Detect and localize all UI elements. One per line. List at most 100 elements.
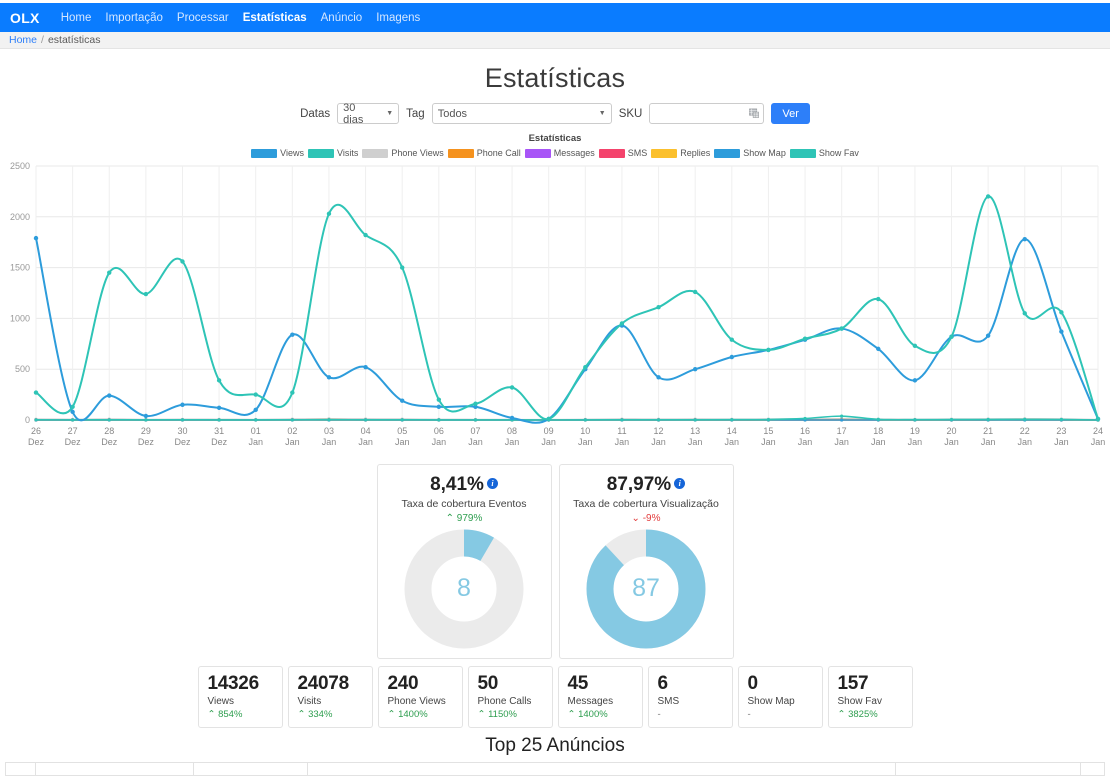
sku-field-wrapper — [649, 103, 765, 124]
x-axis-tick-month: Jan — [615, 437, 630, 447]
series-visits — [33, 194, 1101, 422]
gauge-visualizacao-delta-value: -9% — [642, 513, 661, 524]
x-axis-tick-month: Jan — [468, 437, 483, 447]
stat-card-show-map: 0 Show Map - — [737, 666, 823, 728]
x-axis-tick-day: 12 — [654, 426, 664, 436]
x-axis-tick-month: Jan — [871, 437, 886, 447]
x-axis-tick-day: 27 — [68, 426, 78, 436]
sku-input[interactable] — [649, 103, 765, 124]
x-axis-tick-month: Jan — [1018, 437, 1033, 447]
stat-delta: ⌃ 1400% — [387, 708, 428, 720]
nav-item-importacao[interactable]: Importação — [98, 12, 170, 24]
nav-item-anuncio[interactable]: Anúncio — [314, 12, 370, 24]
x-axis-tick-day: 28 — [104, 426, 114, 436]
stat-value: 157 — [837, 673, 869, 694]
legend-swatch — [251, 148, 278, 158]
stat-delta: ⌃ 3825% — [837, 708, 878, 720]
stat-label: Views — [207, 695, 235, 707]
nav-item-estatisticas[interactable]: Estatísticas — [236, 12, 314, 24]
legend-label: SMS — [627, 148, 648, 158]
table-cell — [895, 762, 1081, 776]
legend-item-views[interactable]: Views — [251, 148, 304, 158]
legend-item-messages[interactable]: Messages — [524, 148, 595, 158]
stat-delta: ⌃ 1400% — [567, 708, 608, 720]
x-axis-tick-month: Jan — [541, 437, 556, 447]
stat-label: Show Map — [747, 695, 795, 707]
gauge-visualizacao-value: 87 — [632, 574, 660, 602]
x-axis-tick-day: 04 — [361, 426, 371, 436]
arrow-up-icon: ⌃ — [445, 513, 455, 524]
stat-card-views: 14326 Views ⌃ 854% — [197, 666, 283, 728]
x-axis-tick-day: 24 — [1093, 426, 1103, 436]
x-axis-tick-day: 13 — [690, 426, 700, 436]
x-axis-tick-month: Jan — [688, 437, 703, 447]
legend-label: Phone Call — [476, 148, 521, 158]
legend-item-replies[interactable]: Replies — [651, 148, 710, 158]
spreadsheet-icon[interactable] — [749, 107, 760, 119]
gauge-visualizacao-header: 87,97% i — [566, 474, 727, 496]
y-axis-tick-label: 1500 — [10, 263, 30, 273]
stat-card-phone-views: 240 Phone Views ⌃ 1400% — [377, 666, 463, 728]
x-axis-tick-day: 11 — [617, 426, 626, 436]
x-axis-tick-month: Jan — [505, 437, 520, 447]
info-icon[interactable]: i — [674, 478, 686, 489]
legend-swatch — [598, 148, 625, 158]
series-views — [33, 235, 1101, 424]
legend-item-phone-call[interactable]: Phone Call — [447, 148, 521, 158]
breadcrumb-separator: / — [41, 34, 44, 46]
stat-cards: 14326 Views ⌃ 854% 24078 Visits ⌃ 334% 240 Phon… — [0, 666, 1110, 728]
x-axis-tick-month: Dez — [28, 437, 45, 447]
brand-logo[interactable]: OLX — [10, 10, 40, 26]
info-icon[interactable]: i — [486, 478, 498, 489]
statistics-line-chart[interactable]: 0 500 1000 1500 2000 2500 26 Dez 27 Dez 28 Dez 29 Dez… — [0, 158, 1110, 458]
stat-delta: ⌃ 854% — [207, 708, 243, 720]
stat-value: 24078 — [297, 673, 350, 694]
datas-label: Datas — [300, 107, 331, 120]
x-axis-tick-month: Jan — [725, 437, 740, 447]
gauge-eventos-label: Taxa de cobertura Eventos — [401, 498, 527, 510]
x-axis-tick-day: 30 — [177, 426, 187, 436]
legend-label: Views — [280, 148, 304, 158]
x-axis-tick-month: Jan — [248, 437, 263, 447]
legend-item-visits[interactable]: Visits — [307, 148, 358, 158]
gauge-visualizacao-percent: 87,97% — [606, 474, 672, 495]
x-axis-tick-month: Jan — [651, 437, 666, 447]
table-cell — [307, 762, 896, 776]
tag-select[interactable]: Todos ▼ — [431, 103, 612, 124]
chart-legend: Views Visits Phone Views Phone Call Messages… — [0, 148, 1110, 158]
legend-swatch — [362, 148, 389, 158]
x-axis-tick-day: 07 — [470, 426, 480, 436]
stat-card-show-fav: 157 Show Fav ⌃ 3825% — [827, 666, 913, 728]
x-axis-tick-month: Jan — [944, 437, 959, 447]
x-axis-tick-day: 10 — [580, 426, 590, 436]
x-axis-tick-day: 21 — [983, 426, 993, 436]
legend-item-show-map[interactable]: Show Map — [714, 148, 786, 158]
x-axis-tick-month: Dez — [174, 437, 191, 447]
x-axis-tick-day: 15 — [763, 426, 773, 436]
legend-item-phone-views[interactable]: Phone Views — [362, 148, 444, 158]
legend-swatch — [447, 148, 474, 158]
x-axis-tick-month: Jan — [1091, 437, 1106, 447]
x-axis-tick-month: Dez — [138, 437, 155, 447]
x-axis-tick-day: 19 — [910, 426, 920, 436]
x-axis-tick-month: Jan — [834, 437, 849, 447]
gauge-eventos-delta: ⌃ 979% — [384, 513, 545, 524]
ver-submit-button[interactable]: Ver — [771, 103, 810, 124]
table-cell — [193, 762, 308, 776]
legend-item-sms[interactable]: SMS — [598, 148, 648, 158]
table-row — [5, 762, 1105, 776]
stat-label: Visits — [297, 695, 322, 707]
breadcrumb-current: estatísticas — [47, 34, 101, 46]
nav-item-processar[interactable]: Processar — [170, 12, 236, 24]
legend-swatch — [789, 148, 816, 158]
nav-item-home[interactable]: Home — [54, 12, 99, 24]
x-axis-tick-day: 17 — [837, 426, 847, 436]
nav-item-imagens[interactable]: Imagens — [369, 12, 427, 24]
x-axis-tick-month: Jan — [322, 437, 337, 447]
gauge-eventos-value: 8 — [457, 574, 471, 602]
stat-card-visits: 24078 Visits ⌃ 334% — [287, 666, 373, 728]
breadcrumb-home[interactable]: Home — [9, 34, 37, 46]
legend-item-show-fav[interactable]: Show Fav — [789, 148, 859, 158]
datas-select[interactable]: 30 dias ▼ — [337, 102, 400, 126]
x-axis-tick-month: Jan — [395, 437, 410, 447]
